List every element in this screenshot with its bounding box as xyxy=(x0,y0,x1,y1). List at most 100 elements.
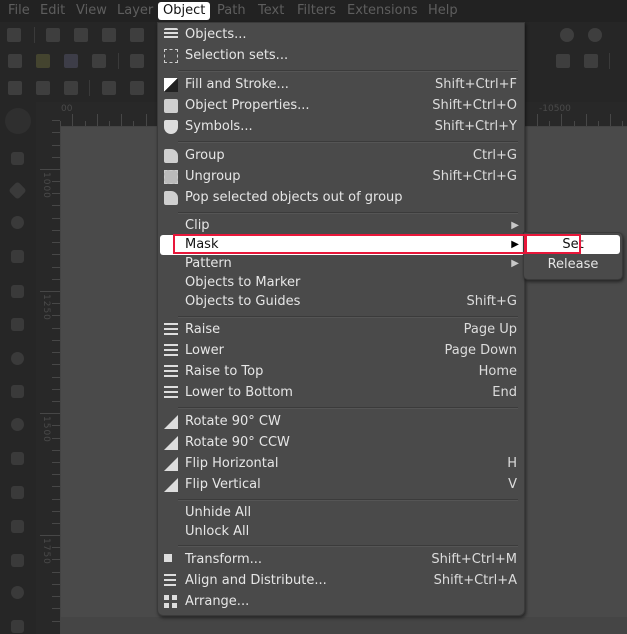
snap-icon[interactable] xyxy=(7,28,21,42)
3d-box-tool-icon[interactable] xyxy=(11,318,24,331)
document-properties-icon[interactable] xyxy=(8,81,22,95)
group-objects-icon[interactable] xyxy=(556,54,570,68)
menu-item-raise[interactable]: Raise Page Up xyxy=(158,320,524,340)
pen-tool-icon[interactable] xyxy=(11,486,24,499)
menu-text[interactable]: Text xyxy=(258,3,284,19)
snap-guide-icon[interactable] xyxy=(588,28,602,42)
shortcut-label: Shift+Ctrl+M xyxy=(431,552,517,567)
menu-separator xyxy=(178,545,518,547)
menu-item-mask[interactable]: Mask ▶ xyxy=(160,235,524,255)
menu-filters[interactable]: Filters xyxy=(297,3,336,19)
calligraphy-tool-icon[interactable] xyxy=(11,520,24,533)
menu-item-rotate-ccw[interactable]: Rotate 90° CCW xyxy=(158,433,524,453)
snap-cusp-icon[interactable] xyxy=(130,28,144,42)
selection-sets-toolbar-icon[interactable] xyxy=(36,81,50,95)
menu-file[interactable]: File xyxy=(8,3,30,19)
snap-grid-icon[interactable] xyxy=(560,28,574,42)
menu-item-pop-out-of-group[interactable]: Pop selected objects out of group xyxy=(158,188,524,208)
rectangle-tool-icon[interactable] xyxy=(11,285,24,298)
menu-item-align-distribute[interactable]: Align and Distribute... Shift+Ctrl+A xyxy=(158,571,524,591)
new-document-icon[interactable] xyxy=(8,54,22,68)
pop-group-icon xyxy=(164,191,178,205)
shortcut-label: Page Up xyxy=(463,322,517,337)
print-icon[interactable] xyxy=(92,54,106,68)
shortcut-label: Shift+Ctrl+O xyxy=(432,98,517,113)
menu-item-flip-horizontal[interactable]: Flip Horizontal H xyxy=(158,454,524,474)
menu-item-objects-to-guides[interactable]: Objects to Guides Shift+G xyxy=(158,292,524,312)
save-icon[interactable] xyxy=(64,54,78,68)
shortcut-label: Shift+Ctrl+A xyxy=(433,573,517,588)
menu-help[interactable]: Help xyxy=(428,3,458,19)
submenu-item-release[interactable]: Release xyxy=(524,255,622,274)
mask-submenu: Set Release xyxy=(523,232,623,280)
lower-to-bottom-icon xyxy=(164,386,178,400)
rotate-cw-toolbar-icon[interactable] xyxy=(130,81,144,95)
shortcut-label: Shift+Ctrl+G xyxy=(432,169,517,184)
measure-tool-icon[interactable] xyxy=(11,250,24,263)
menu-item-objects-to-marker[interactable]: Objects to Marker xyxy=(158,273,524,293)
submenu-arrow-icon: ▶ xyxy=(511,258,519,269)
menu-item-lower-to-bottom[interactable]: Lower to Bottom End xyxy=(158,383,524,403)
menu-item-unhide-all[interactable]: Unhide All xyxy=(158,503,524,523)
ellipse-tool-icon[interactable] xyxy=(11,352,24,365)
menu-object[interactable]: Object xyxy=(158,2,211,20)
menu-item-unlock-all[interactable]: Unlock All xyxy=(158,522,524,542)
menu-item-rotate-cw[interactable]: Rotate 90° CW xyxy=(158,412,524,432)
menu-item-transform[interactable]: Transform... Shift+Ctrl+M xyxy=(158,550,524,570)
eraser-tool-icon[interactable] xyxy=(11,620,24,633)
text-tool-icon[interactable] xyxy=(11,554,24,567)
ungroup-objects-icon[interactable] xyxy=(584,54,598,68)
shortcut-label: Shift+G xyxy=(466,294,517,309)
shortcut-label: V xyxy=(508,477,517,492)
ruler-label: 1250 xyxy=(41,294,51,321)
menu-item-lower[interactable]: Lower Page Down xyxy=(158,341,524,361)
submenu-item-set[interactable]: Set xyxy=(526,235,620,254)
transform-icon xyxy=(164,554,172,562)
menu-separator xyxy=(178,212,518,214)
shortcut-label: H xyxy=(507,456,517,471)
menu-item-clip[interactable]: Clip ▶ xyxy=(158,216,524,236)
menu-layer[interactable]: Layer xyxy=(117,3,153,19)
star-tool-icon[interactable] xyxy=(11,385,24,398)
menu-extensions[interactable]: Extensions xyxy=(347,3,418,19)
flip-vertical-icon xyxy=(164,478,178,492)
menu-item-ungroup[interactable]: Ungroup Shift+Ctrl+G xyxy=(158,167,524,187)
menu-item-arrange[interactable]: Arrange... xyxy=(158,592,524,612)
submenu-arrow-icon: ▶ xyxy=(511,239,519,250)
selector-tool-icon[interactable] xyxy=(5,108,31,134)
snap-node-icon[interactable] xyxy=(102,28,116,42)
menu-separator xyxy=(178,499,518,501)
ruler-label: 1500 xyxy=(41,416,51,443)
menu-item-fill-and-stroke[interactable]: Fill and Stroke... Shift+Ctrl+F xyxy=(158,75,524,95)
menu-path[interactable]: Path xyxy=(217,3,246,19)
zoom-tool-icon[interactable] xyxy=(11,216,24,229)
rotate-ccw-toolbar-icon[interactable] xyxy=(102,81,116,95)
menu-item-group[interactable]: Group Ctrl+G xyxy=(158,146,524,166)
tweak-tool-icon[interactable] xyxy=(8,181,27,200)
menu-item-object-properties[interactable]: Object Properties... Shift+Ctrl+O xyxy=(158,96,524,116)
menu-item-flip-vertical[interactable]: Flip Vertical V xyxy=(158,475,524,495)
pencil-tool-icon[interactable] xyxy=(11,452,24,465)
shortcut-label: Home xyxy=(478,364,517,379)
open-folder-icon[interactable] xyxy=(36,54,50,68)
menu-item-pattern[interactable]: Pattern ▶ xyxy=(158,254,524,274)
snap-corner-icon[interactable] xyxy=(74,28,88,42)
node-tool-icon[interactable] xyxy=(11,152,24,165)
ungroup-icon xyxy=(164,170,178,184)
menu-view[interactable]: View xyxy=(76,3,107,19)
menu-separator xyxy=(178,70,518,72)
menu-item-selection-sets[interactable]: Selection sets... xyxy=(158,46,524,66)
object-menu: Objects... Selection sets... Fill and St… xyxy=(157,22,525,616)
menu-edit[interactable]: Edit xyxy=(40,3,65,19)
lower-icon xyxy=(164,344,178,358)
toolbar-separator xyxy=(118,53,119,69)
touch-select-icon[interactable] xyxy=(64,81,78,95)
menu-item-raise-to-top[interactable]: Raise to Top Home xyxy=(158,362,524,382)
ruler-label: 00 xyxy=(61,104,73,114)
snap-path-icon[interactable] xyxy=(46,28,60,42)
menu-item-objects[interactable]: Objects... xyxy=(158,25,524,45)
spiral-tool-icon[interactable] xyxy=(11,418,24,431)
spray-tool-icon[interactable] xyxy=(11,586,24,599)
menu-item-symbols[interactable]: Symbols... Shift+Ctrl+Y xyxy=(158,117,524,137)
import-icon[interactable] xyxy=(130,54,144,68)
